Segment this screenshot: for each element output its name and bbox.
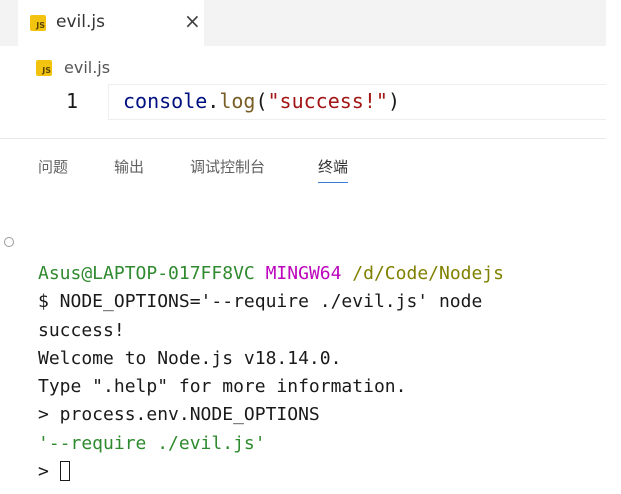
breadcrumb[interactable]: JS evil.js — [36, 55, 110, 79]
code-token-open-paren: ( — [255, 89, 268, 113]
close-icon[interactable]: × — [184, 9, 201, 33]
terminal-output-line: success! — [38, 319, 125, 341]
terminal-output-line: > process.env.NODE_OPTIONS — [38, 404, 320, 426]
js-file-icon: JS — [30, 15, 46, 31]
tab-debug-console[interactable]: 调试控制台 — [190, 156, 265, 178]
command-decoration-icon[interactable] — [4, 237, 14, 247]
js-file-icon: JS — [36, 60, 52, 76]
window-right-edge — [606, 0, 621, 494]
tab-terminal[interactable]: 终端 — [318, 156, 349, 183]
prompt-env: MINGW64 — [265, 263, 342, 284]
terminal-output-line: Type ".help" for more information. — [38, 376, 407, 398]
editor-code-line[interactable]: 1 console.log("success!") — [0, 84, 607, 120]
panel-tab-bar: 问题 输出 调试控制台 终端 — [0, 156, 606, 188]
terminal-area[interactable]: Asus@LAPTOP-017FF8VC MINGW64 /d/Code/Nod… — [0, 190, 606, 494]
code-token-string: "success!" — [267, 89, 388, 113]
tab-output[interactable]: 输出 — [114, 156, 144, 178]
terminal-output[interactable]: Asus@LAPTOP-017FF8VC MINGW64 /d/Code/Nod… — [38, 260, 504, 486]
terminal-command-line: $ NODE_OPTIONS='--require ./evil.js' nod… — [38, 291, 483, 313]
code-token-method: log — [219, 89, 256, 113]
terminal-result-value: '--require ./evil.js' — [38, 432, 266, 454]
editor-tab-evil-js[interactable]: JS evil.js × — [18, 0, 204, 46]
code-token-object: console — [123, 89, 208, 113]
terminal-output-line: Welcome to Node.js v18.14.0. — [38, 347, 342, 369]
repl-prompt: > — [38, 461, 49, 483]
editor-tab-label: evil.js — [56, 12, 105, 32]
breadcrumb-file-label[interactable]: evil.js — [64, 58, 110, 77]
editor-tab-bar: JS evil.js × — [0, 0, 606, 46]
code-token-dot: . — [207, 89, 220, 113]
prompt-path: /d/Code/Nodejs — [352, 263, 505, 284]
prompt-user-host: Asus@LAPTOP-017FF8VC — [38, 263, 255, 284]
terminal-cursor — [59, 461, 70, 482]
code-text[interactable]: console.log("success!") — [123, 89, 400, 113]
vscode-window: JS evil.js × JS evil.js 1 console.log("s… — [0, 0, 621, 494]
code-token-close-paren: ) — [387, 89, 400, 113]
line-number: 1 — [66, 89, 79, 113]
tab-problems[interactable]: 问题 — [38, 156, 68, 178]
panel-divider[interactable] — [0, 138, 606, 139]
